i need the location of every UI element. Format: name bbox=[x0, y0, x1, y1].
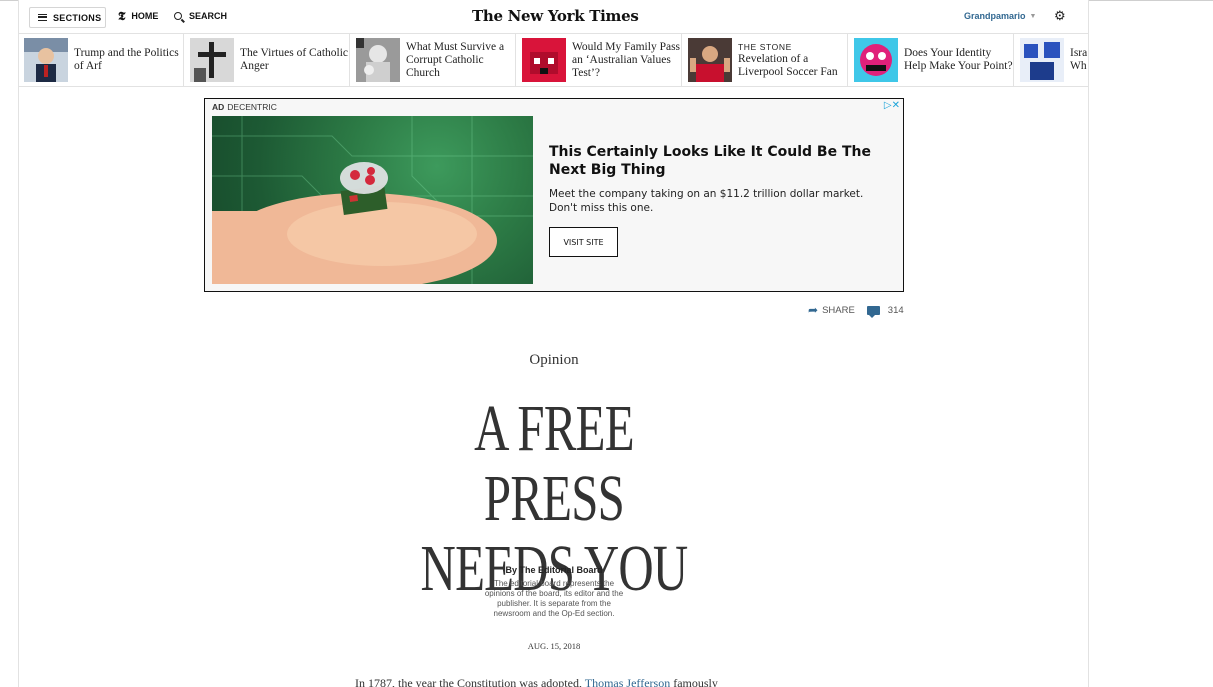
username: Grandpamario bbox=[964, 11, 1026, 21]
ribbon-thumbnail bbox=[854, 38, 898, 82]
headline-line-1: A FREE PRESS bbox=[474, 392, 634, 535]
share-bar: ➦ SHARE 314 bbox=[808, 303, 904, 318]
ribbon-title: Trump and the Politics of Arf bbox=[74, 47, 179, 72]
ribbon-title: Would My Family Pass an ‘Australian Valu… bbox=[572, 40, 681, 79]
ribbon-thumbnail bbox=[688, 38, 732, 82]
ad-image[interactable] bbox=[212, 116, 533, 284]
share-button[interactable]: ➦ SHARE bbox=[808, 303, 855, 317]
ribbon-item[interactable]: Isra Wh bbox=[1014, 34, 1089, 86]
advertisement[interactable]: AD DECENTRIC ▷✕ This Certainly Looks Like… bbox=[204, 98, 904, 292]
ribbon-item[interactable]: Would My Family Pass an ‘Australian Valu… bbox=[516, 34, 682, 86]
body-text-end: famously bbox=[673, 676, 718, 687]
ribbon-title: The Virtues of Catholic Anger bbox=[240, 47, 349, 72]
sections-label: SECTIONS bbox=[53, 12, 102, 23]
ribbon-title-text: Revelation of a Liverpool Soccer Fan bbox=[738, 52, 838, 78]
home-label: HOME bbox=[131, 11, 159, 21]
ad-body: Meet the company taking on an $11.2 tril… bbox=[549, 188, 864, 214]
gear-icon[interactable]: ⚙ bbox=[1054, 8, 1066, 24]
comment-icon bbox=[866, 305, 880, 318]
hamburger-icon bbox=[38, 14, 47, 21]
home-link[interactable]: 𝕿 HOME bbox=[118, 9, 159, 23]
nyt-logo[interactable]: The New York Times bbox=[472, 7, 639, 25]
nyt-t-icon: 𝕿 bbox=[118, 9, 126, 23]
ribbon-item[interactable]: The Virtues of Catholic Anger bbox=[184, 34, 350, 86]
story-ribbon: Trump and the Politics of Arf The Virtue… bbox=[18, 33, 1089, 87]
dateline: AUG. 15, 2018 bbox=[527, 641, 581, 651]
ad-label: AD DECENTRIC bbox=[212, 102, 277, 112]
ribbon-title: Does Your Identity Help Make Your Point? bbox=[904, 47, 1013, 72]
comment-count: 314 bbox=[887, 304, 904, 316]
ribbon-thumbnail bbox=[1020, 38, 1064, 82]
masthead: SECTIONS 𝕿 HOME SEARCH The New York Time… bbox=[18, 1, 1089, 33]
sections-button[interactable]: SECTIONS bbox=[29, 7, 106, 28]
ribbon-thumbnail bbox=[190, 38, 234, 82]
section-label[interactable]: Opinion bbox=[454, 352, 654, 369]
search-icon bbox=[174, 12, 182, 20]
thomas-jefferson-link[interactable]: Thomas Jefferson bbox=[585, 676, 670, 687]
adchoices-icon[interactable]: ▷✕ bbox=[884, 100, 900, 111]
ribbon-title: Isra Wh bbox=[1070, 47, 1088, 72]
visit-site-button[interactable]: VISIT SITE bbox=[549, 227, 618, 257]
ribbon-item[interactable]: What Must Survive a Corrupt Catholic Chu… bbox=[350, 34, 516, 86]
ribbon-item[interactable]: Does Your Identity Help Make Your Point? bbox=[848, 34, 1014, 86]
ribbon-item[interactable]: THE STONE Revelation of a Liverpool Socc… bbox=[682, 34, 848, 86]
body-text-start: In 1787, the year the Constitution was a… bbox=[355, 676, 582, 687]
chevron-down-icon: ▼ bbox=[1029, 12, 1037, 20]
comments-button[interactable]: 314 bbox=[866, 304, 904, 318]
ad-headline[interactable]: This Certainly Looks Like It Could Be Th… bbox=[549, 143, 889, 179]
share-label: SHARE bbox=[822, 304, 855, 316]
article-body-first-line: In 1787, the year the Constitution was a… bbox=[355, 676, 755, 687]
byline[interactable]: By The Editorial Board bbox=[454, 565, 654, 575]
user-menu[interactable]: Grandpamario ▼ bbox=[964, 11, 1036, 21]
search-label: SEARCH bbox=[189, 11, 228, 21]
ribbon-thumbnail bbox=[356, 38, 400, 82]
search-button[interactable]: SEARCH bbox=[174, 11, 227, 21]
author-bio: The editorial board represents the opini… bbox=[484, 579, 624, 618]
ribbon-thumbnail bbox=[522, 38, 566, 82]
share-arrow-icon: ➦ bbox=[808, 303, 819, 317]
ribbon-title: What Must Survive a Corrupt Catholic Chu… bbox=[406, 40, 505, 79]
ribbon-title: THE STONE Revelation of a Liverpool Socc… bbox=[738, 42, 847, 79]
ribbon-item[interactable]: Trump and the Politics of Arf bbox=[18, 34, 184, 86]
ribbon-kicker: THE STONE bbox=[738, 41, 792, 52]
ribbon-thumbnail bbox=[24, 38, 68, 82]
